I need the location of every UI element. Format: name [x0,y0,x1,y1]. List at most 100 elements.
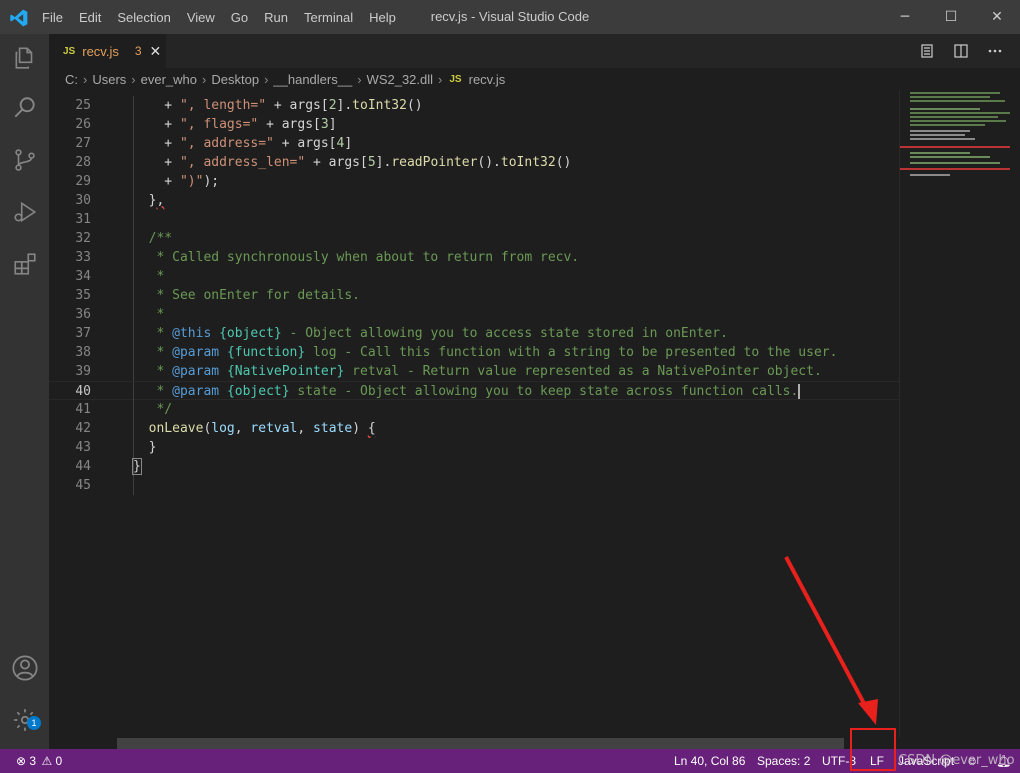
indent-guide [133,476,134,495]
code-line[interactable]: 40 * @param {object} state - Object allo… [49,381,899,401]
split-editor-icon[interactable] [944,43,978,59]
warning-icon: ⚠ [41,754,53,768]
breadcrumb-file[interactable]: recv.js [469,72,506,87]
indent-guide [133,210,134,229]
tab-recv-js[interactable]: JS recv.js 3 ✕ [49,34,166,68]
menu-view[interactable]: View [179,10,223,25]
menu-edit[interactable]: Edit [71,10,109,25]
vscode-logo-icon [10,9,28,27]
line-text: + ", address_len=" + args[5].readPointer… [133,155,572,170]
code-line[interactable]: 44} [49,457,899,476]
code-line[interactable]: 25 + ", length=" + args[2].toInt32() [49,96,899,115]
problems-indicator[interactable]: ⊗ 3 ⚠ 0 [16,749,62,773]
code-line[interactable]: 45 [49,476,899,495]
minimap-line [910,138,975,140]
minimap-line [910,124,985,126]
run-debug-icon[interactable] [0,188,49,236]
title-bar: File Edit Selection View Go Run Terminal… [0,0,1020,34]
code-line[interactable]: 36 * [49,305,899,324]
line-number: 35 [75,288,91,303]
line-number: 37 [75,326,91,341]
minimap-line [910,162,1000,164]
line-number: 41 [75,402,91,417]
code-line[interactable]: 41 */ [49,400,899,419]
code-line[interactable]: 39 * @param {NativePointer} retval - Ret… [49,362,899,381]
cursor-position[interactable]: Ln 40, Col 86 [674,749,745,773]
search-icon[interactable] [0,84,49,132]
code-line[interactable]: 33 * Called synchronously when about to … [49,248,899,267]
maximize-button[interactable]: ☐ [928,0,974,34]
menu-file[interactable]: File [34,10,71,25]
explorer-icon[interactable] [0,34,49,82]
line-text: /** [148,231,173,246]
line-text: * @param {object} state - Object allowin… [133,384,801,399]
code-line[interactable]: 27 + ", address=" + args[4] [49,134,899,153]
extensions-icon[interactable] [0,240,49,288]
line-text: + ", flags=" + args[3] [133,117,337,132]
menu-run[interactable]: Run [256,10,296,25]
menu-go[interactable]: Go [223,10,256,25]
code-line[interactable]: 37 * @this {object} - Object allowing yo… [49,324,899,343]
code-line[interactable]: 32 /** [49,229,899,248]
line-number: 38 [75,345,91,360]
line-number: 32 [75,231,91,246]
tab-label: recv.js [82,43,119,59]
menu-help[interactable]: Help [361,10,404,25]
watermark: CSDN @ever_who [898,753,1015,768]
minimap[interactable] [899,90,1020,738]
breadcrumb-item[interactable]: __handlers__ [273,72,352,87]
minimap-error-marker [900,146,1010,148]
breadcrumb-item[interactable]: C: [65,72,78,87]
line-number: 40 [75,384,91,399]
code-line[interactable]: 43 } [49,438,899,457]
menu-selection[interactable]: Selection [109,10,178,25]
minimap-line [910,112,1010,114]
tab-close-icon[interactable]: ✕ [150,43,162,60]
line-number: 31 [75,212,91,227]
close-window-button[interactable]: ✕ [974,0,1020,34]
line-text: onLeave(log, retval, state) { [148,421,376,436]
code-line[interactable]: 30 }, [49,191,899,210]
minimize-button[interactable]: ─ [882,0,928,34]
code-line[interactable]: 29 + ")"); [49,172,899,191]
line-number: 34 [75,269,91,284]
code-line[interactable]: 35 * See onEnter for details. [49,286,899,305]
horizontal-scrollbar[interactable] [117,738,844,749]
chevron-right-icon: › [131,71,136,87]
code-line[interactable]: 34 * [49,267,899,286]
manage-gear-icon[interactable]: 1 [0,696,49,744]
breadcrumb-item[interactable]: Desktop [211,72,259,87]
minimap-line [910,100,1005,102]
code-editor[interactable]: 25 + ", length=" + args[2].toInt32() 26 +… [49,90,899,738]
code-lines: 25 + ", length=" + args[2].toInt32() 26 +… [49,96,899,495]
line-number: 26 [75,117,91,132]
breadcrumb-item[interactable]: Users [92,72,126,87]
menu-terminal[interactable]: Terminal [296,10,361,25]
line-number: 33 [75,250,91,265]
breadcrumb-item[interactable]: ever_who [141,72,197,87]
source-control-icon[interactable] [0,136,49,184]
code-line[interactable]: 26 + ", flags=" + args[3] [49,115,899,134]
code-line[interactable]: 38 * @param {function} log - Call this f… [49,343,899,362]
menu-bar: File Edit Selection View Go Run Terminal… [34,0,404,34]
indentation[interactable]: Spaces: 2 [757,749,810,773]
line-text: } [132,458,142,475]
window-controls: ─ ☐ ✕ [882,0,1020,34]
js-file-icon: JS [449,73,462,85]
minimap-line [910,130,970,132]
line-text: * @this {object} - Object allowing you t… [133,326,728,341]
minimap-line [910,96,990,98]
annotation-box [850,728,896,771]
minimap-line [910,152,970,154]
breadcrumb-item[interactable]: WS2_32.dll [367,72,433,87]
line-text: * [133,269,165,284]
more-actions-icon[interactable] [978,43,1012,59]
minimap-line [910,116,998,118]
chevron-right-icon: › [264,71,269,87]
open-preview-icon[interactable] [910,43,944,59]
accounts-icon[interactable] [0,644,49,692]
js-file-icon: JS [63,45,76,57]
code-line[interactable]: 31 [49,210,899,229]
code-line[interactable]: 42 onLeave(log, retval, state) { [49,419,899,438]
code-line[interactable]: 28 + ", address_len=" + args[5].readPoin… [49,153,899,172]
